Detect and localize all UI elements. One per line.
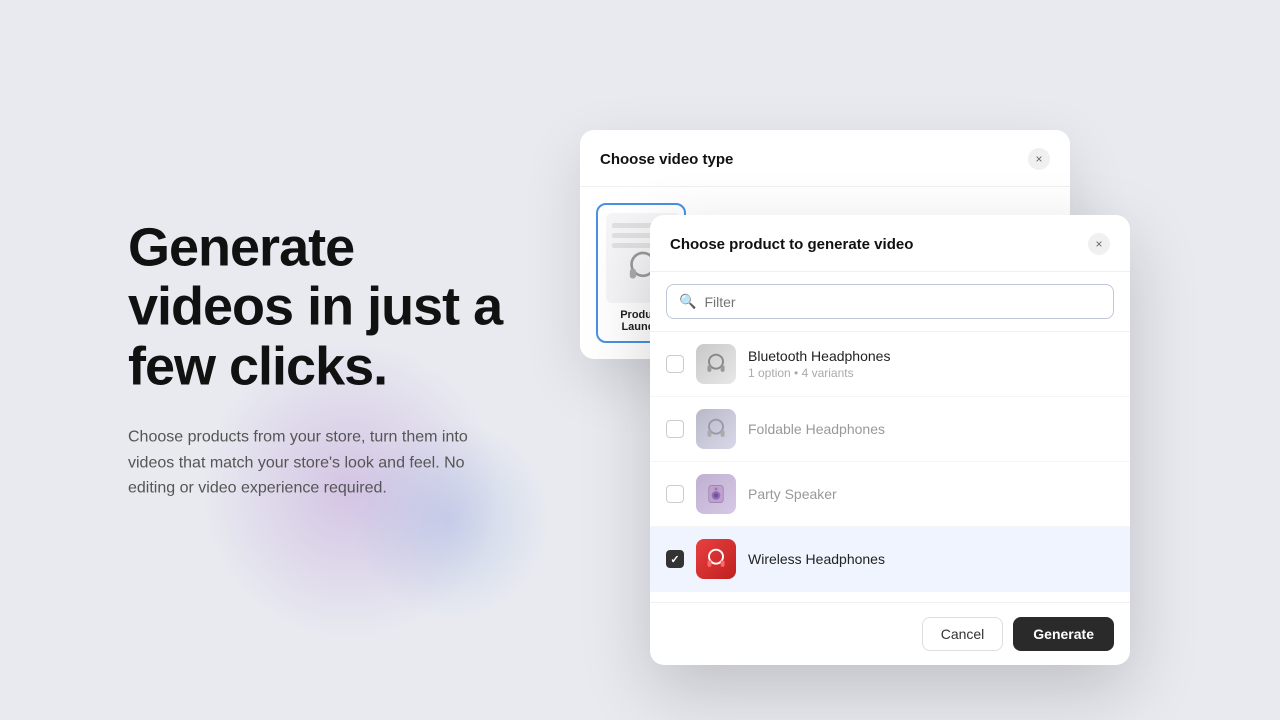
modal-fg-footer: Cancel Generate (650, 602, 1130, 665)
product-list: Bluetooth Headphones 1 option • 4 varian… (650, 332, 1130, 602)
headline: Generate videos in just a few clicks. (128, 219, 508, 397)
thumbnail-speaker (696, 474, 736, 514)
choose-product-modal: Choose product to generate video × 🔍 (650, 215, 1130, 665)
search-wrapper: 🔍 (650, 272, 1130, 332)
cancel-button[interactable]: Cancel (922, 617, 1004, 651)
thumbnail-bluetooth (696, 344, 736, 384)
checkbox-bluetooth[interactable] (666, 355, 684, 373)
product-info-bluetooth: Bluetooth Headphones 1 option • 4 varian… (748, 348, 1114, 380)
modal-bg-title: Choose video type (600, 151, 733, 168)
checkbox-wireless[interactable] (666, 550, 684, 568)
search-input[interactable] (704, 294, 1101, 310)
modal-bg-close-button[interactable]: × (1028, 148, 1050, 170)
subtext: Choose products from your store, turn th… (128, 425, 508, 502)
product-name-foldable: Foldable Headphones (748, 421, 1114, 437)
right-panel: Choose video type × Product Launch (530, 0, 1280, 720)
thumbnail-wireless (696, 539, 736, 579)
modal-fg-close-button[interactable]: × (1088, 233, 1110, 255)
product-info-speaker: Party Speaker (748, 486, 1114, 502)
product-item-foldable[interactable]: Foldable Headphones (650, 397, 1130, 462)
product-item-wireless[interactable]: Wireless Headphones (650, 527, 1130, 592)
modal-bg-header: Choose video type × (580, 130, 1070, 187)
product-info-foldable: Foldable Headphones (748, 421, 1114, 437)
product-name-wireless: Wireless Headphones (748, 551, 1114, 567)
checkbox-foldable[interactable] (666, 420, 684, 438)
left-panel: Generate videos in just a few clicks. Ch… (128, 219, 508, 502)
product-item-bluetooth[interactable]: Bluetooth Headphones 1 option • 4 varian… (650, 332, 1130, 397)
generate-button[interactable]: Generate (1013, 617, 1114, 651)
product-meta-bluetooth: 1 option • 4 variants (748, 366, 1114, 380)
search-icon: 🔍 (679, 293, 696, 310)
product-name-speaker: Party Speaker (748, 486, 1114, 502)
product-info-wireless: Wireless Headphones (748, 551, 1114, 567)
checkbox-speaker[interactable] (666, 485, 684, 503)
modal-fg-title: Choose product to generate video (670, 236, 913, 253)
search-container: 🔍 (666, 284, 1114, 319)
thumbnail-foldable (696, 409, 736, 449)
product-name-bluetooth: Bluetooth Headphones (748, 348, 1114, 364)
product-item-bass[interactable]: Super Bass Portable speakers (650, 592, 1130, 602)
modal-fg-header: Choose product to generate video × (650, 215, 1130, 272)
product-item-speaker[interactable]: Party Speaker (650, 462, 1130, 527)
